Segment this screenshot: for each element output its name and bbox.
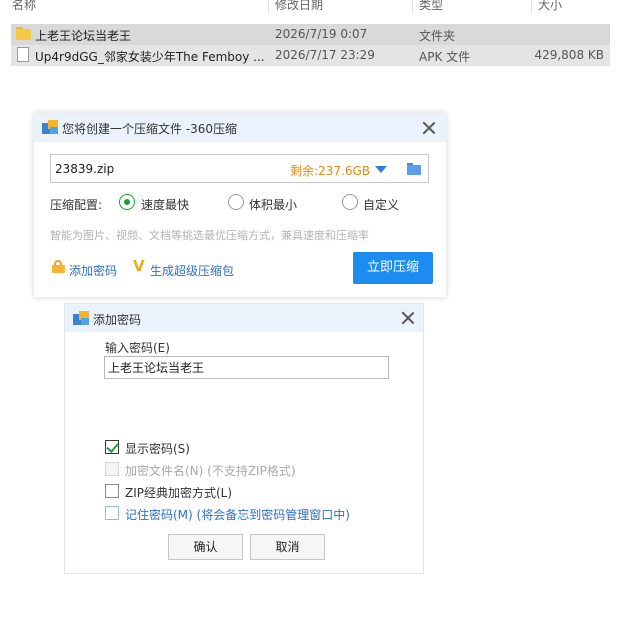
- 360-zip-app-icon: [42, 120, 58, 134]
- file-size: 429,808 KB: [534, 48, 604, 62]
- file-list-header: 名称 修改日期 类型 大小: [0, 0, 610, 14]
- encrypt-filenames-checkbox: [105, 462, 119, 476]
- show-password-checkbox[interactable]: [105, 440, 119, 454]
- file-row[interactable]: Up4r9dGG_邻家女装少年The Femboy ... 2026/7/17 …: [11, 45, 610, 66]
- remember-password-checkbox[interactable]: [105, 506, 119, 520]
- add-password-link[interactable]: 添加密码: [69, 262, 117, 279]
- compress-now-button[interactable]: 立即压缩: [353, 252, 433, 284]
- output-path-field[interactable]: 23839.zip 剩余:237.6GB: [50, 154, 429, 183]
- browse-folder-icon[interactable]: [407, 163, 421, 175]
- file-date: 2026/7/19 0:07: [275, 27, 368, 41]
- encrypt-filenames-label: 加密文件名(N) (不支持ZIP格式): [125, 464, 296, 478]
- cancel-button[interactable]: 取消: [250, 534, 325, 560]
- super-pack-link[interactable]: 生成超级压缩包: [150, 262, 234, 279]
- column-header-name[interactable]: 名称: [12, 0, 36, 13]
- lock-icon[interactable]: [52, 260, 65, 273]
- radio-custom[interactable]: [342, 194, 358, 210]
- compress-dialog-title: 您将创建一个压缩文件 -360压缩: [62, 122, 238, 136]
- remember-password-label[interactable]: 记住密码(M) (将会备忘到密码管理窗口中): [125, 506, 350, 523]
- output-filename: 23839.zip: [55, 162, 115, 176]
- compress-hint-text: 智能为图片、视频、文档等挑选最优压缩方式，兼具速度和压缩率: [50, 229, 369, 242]
- column-header-date[interactable]: 修改日期: [275, 0, 323, 13]
- super-pack-v-icon: V: [133, 257, 145, 275]
- compress-dialog: 您将创建一个压缩文件 -360压缩 23839.zip 剩余:237.6GB 压…: [34, 113, 446, 297]
- file-name: 上老王论坛当老王: [35, 29, 132, 43]
- radio-fastest-label[interactable]: 速度最快: [141, 196, 189, 213]
- password-input[interactable]: [104, 356, 389, 379]
- confirm-button[interactable]: 确认: [168, 534, 243, 560]
- radio-smallest[interactable]: [228, 194, 244, 210]
- zip-classic-encryption-checkbox[interactable]: [105, 484, 119, 498]
- close-icon[interactable]: [421, 120, 437, 136]
- chevron-down-icon[interactable]: [375, 166, 387, 173]
- file-type: 文件夹: [419, 29, 456, 43]
- show-password-label[interactable]: 显示密码(S): [125, 440, 190, 457]
- free-space-label: 剩余:237.6GB: [290, 164, 370, 178]
- folder-icon: [16, 27, 31, 40]
- zip-classic-encryption-label[interactable]: ZIP经典加密方式(L): [125, 484, 232, 501]
- radio-custom-label[interactable]: 自定义: [363, 196, 399, 213]
- file-date: 2026/7/17 23:29: [275, 48, 375, 62]
- radio-fastest[interactable]: [119, 194, 135, 210]
- column-header-type[interactable]: 类型: [419, 0, 443, 13]
- password-dialog-title-bar[interactable]: 添加密码: [65, 304, 423, 332]
- compress-config-label: 压缩配置:: [50, 198, 103, 212]
- column-header-size[interactable]: 大小: [538, 0, 562, 13]
- add-password-dialog: 添加密码 输入密码(E) 显示密码(S) 加密文件名(N) (不支持ZIP格式)…: [64, 303, 424, 574]
- close-icon[interactable]: [400, 310, 416, 326]
- compress-dialog-title-bar[interactable]: 您将创建一个压缩文件 -360压缩: [34, 113, 446, 142]
- column-divider[interactable]: [412, 0, 413, 14]
- file-icon: [17, 47, 29, 62]
- file-name: Up4r9dGG_邻家女装少年The Femboy ...: [35, 50, 265, 64]
- radio-smallest-label[interactable]: 体积最小: [249, 196, 297, 213]
- password-input-label: 输入密码(E): [105, 341, 170, 355]
- column-divider[interactable]: [268, 0, 269, 14]
- file-row[interactable]: 上老王论坛当老王 2026/7/19 0:07 文件夹: [11, 24, 610, 45]
- 360-zip-app-icon: [73, 311, 89, 325]
- column-divider[interactable]: [531, 0, 532, 14]
- file-type: APK 文件: [419, 50, 471, 64]
- password-dialog-title: 添加密码: [93, 313, 142, 327]
